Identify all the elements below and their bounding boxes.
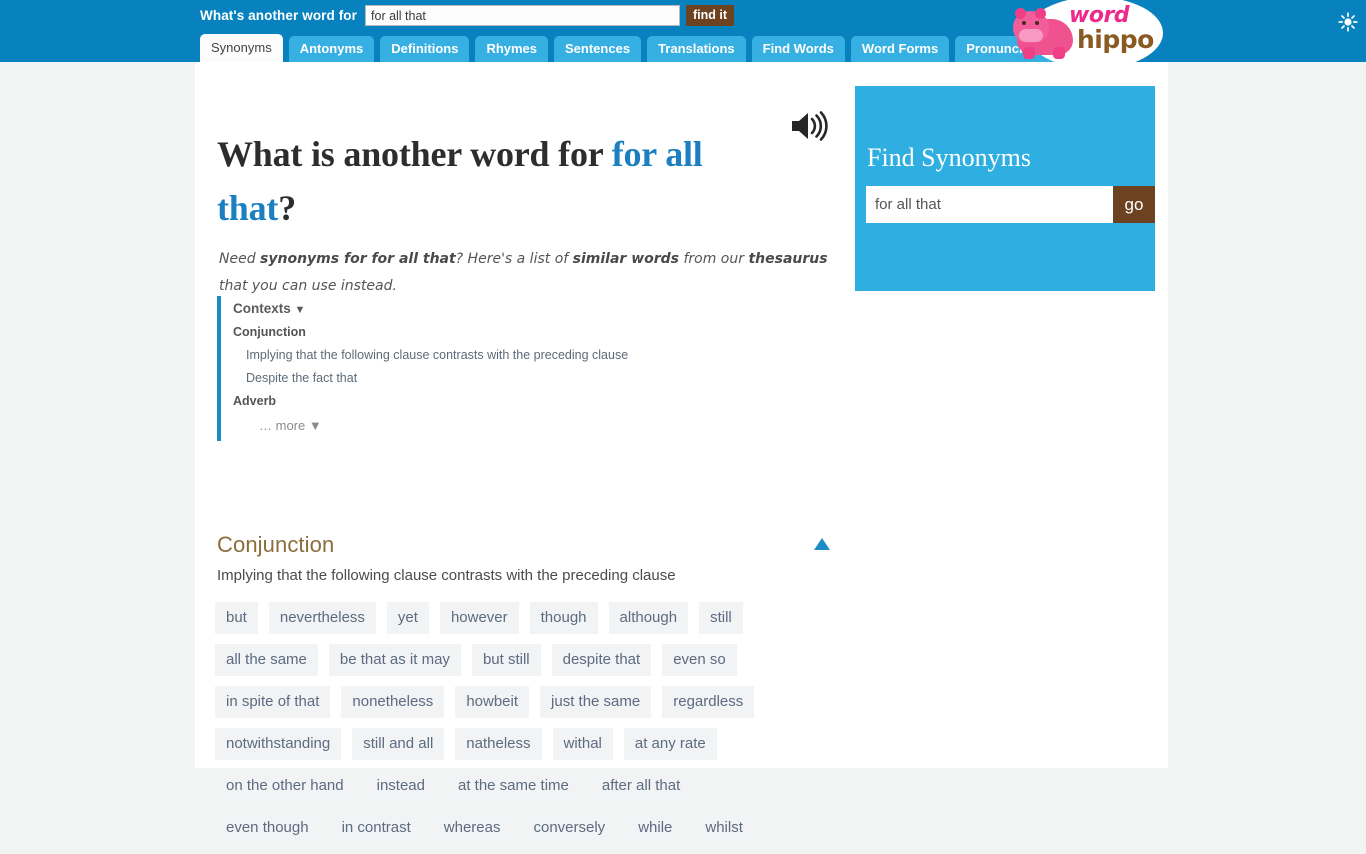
hippo-leg-front [1023, 47, 1035, 59]
speaker-icon[interactable] [790, 110, 830, 142]
find-it-button[interactable]: find it [686, 5, 735, 26]
lede-bold-3: thesaurus [748, 251, 828, 267]
lede-part-2: ? Here's a list of [455, 251, 573, 267]
synonym-chip[interactable]: be that as it may [328, 644, 461, 676]
wordhippo-logo[interactable]: word hippo [1013, 0, 1173, 71]
synonym-chip[interactable]: notwithstanding [215, 728, 342, 760]
synonym-row: all the same be that as it may but still… [215, 644, 815, 676]
lede-part-1: Need [219, 251, 261, 267]
page-title-prefix: What is another word for [217, 134, 612, 175]
synonym-chip[interactable]: despite that [551, 644, 652, 676]
section-subtitle: Implying that the following clause contr… [217, 567, 676, 584]
collapse-triangle-up-icon[interactable] [814, 538, 830, 550]
tab-find-words[interactable]: Find Words [751, 36, 845, 62]
page-title-suffix: ? [278, 188, 297, 229]
synonym-chip[interactable]: natheless [455, 728, 542, 760]
header-search-form: What's another word for find it [200, 4, 735, 27]
lede-part-4: that you can use instead. [219, 278, 397, 294]
synonym-chip[interactable]: while [627, 812, 684, 844]
hippo-ear-right [1035, 8, 1046, 19]
synonym-list: but nevertheless yet however though alth… [215, 602, 815, 854]
page-lede: Need synonyms for for all that? Here's a… [219, 246, 829, 300]
page-title: What is another word for for all that? [217, 127, 777, 235]
header-search-input[interactable] [365, 5, 681, 26]
synonym-chip[interactable]: however [439, 602, 519, 634]
header-search-label: What's another word for [200, 8, 358, 23]
synonym-chip[interactable]: whereas [432, 812, 512, 844]
synonym-row: on the other hand instead at the same ti… [215, 770, 815, 802]
site-header: What's another word for find it Synonyms… [0, 0, 1366, 69]
contexts-heading-label: Contexts [233, 301, 291, 316]
synonym-section-header: Conjunction Implying that the following … [217, 532, 830, 584]
contexts-panel: Contexts ▼ Conjunction Implying that the… [217, 296, 687, 441]
find-synonyms-title: Find Synonyms [867, 143, 1031, 172]
contexts-more-button[interactable]: … more ▼ [233, 413, 687, 439]
synonym-chip[interactable]: instead [365, 770, 436, 802]
tab-synonyms[interactable]: Synonyms [200, 34, 283, 62]
synonym-chip[interactable]: nevertheless [268, 602, 376, 634]
synonym-chip[interactable]: on the other hand [215, 770, 355, 802]
synonym-chip[interactable]: conversely [522, 812, 617, 844]
synonym-chip[interactable]: at any rate [623, 728, 717, 760]
synonym-chip[interactable]: although [608, 602, 689, 634]
synonym-chip[interactable]: in contrast [330, 812, 422, 844]
tab-sentences[interactable]: Sentences [554, 36, 642, 62]
chevron-down-icon: ▼ [294, 304, 306, 316]
hippo-snout [1019, 29, 1043, 42]
synonym-chip[interactable]: nonetheless [341, 686, 445, 718]
synonym-chip[interactable]: but still [471, 644, 541, 676]
lede-part-3: from our [679, 251, 749, 267]
lede-bold-2: similar words [572, 251, 680, 267]
synonym-chip[interactable]: even though [215, 812, 320, 844]
hippo-eye-right [1035, 21, 1039, 25]
tab-rhymes[interactable]: Rhymes [475, 36, 549, 62]
context-sense-link[interactable]: Despite the fact that [233, 367, 687, 390]
context-sense-link[interactable]: Implying that the following clause contr… [233, 344, 687, 367]
context-pos-conjunction: Conjunction [233, 325, 306, 339]
tab-translations[interactable]: Translations [647, 36, 746, 62]
synonym-chip[interactable]: at the same time [446, 770, 580, 802]
synonym-chip[interactable]: howbeit [455, 686, 530, 718]
synonym-chip[interactable]: but [215, 602, 258, 634]
sun-icon[interactable] [1338, 12, 1358, 32]
synonym-chip[interactable]: after all that [590, 770, 692, 802]
synonym-chip[interactable]: though [529, 602, 598, 634]
find-synonyms-form: go [866, 186, 1155, 223]
hippo-eye-left [1022, 21, 1026, 25]
synonym-row: notwithstanding still and all natheless … [215, 728, 815, 760]
synonym-chip[interactable]: still [699, 602, 743, 634]
synonym-chip[interactable]: just the same [540, 686, 652, 718]
synonym-row: in spite of that nonetheless howbeit jus… [215, 686, 815, 718]
find-synonyms-panel: Find Synonyms go [855, 86, 1155, 291]
context-pos-adverb: Adverb [233, 394, 277, 408]
synonym-row: but nevertheless yet however though alth… [215, 602, 815, 634]
tab-word-forms[interactable]: Word Forms [850, 36, 950, 62]
contexts-heading[interactable]: Contexts ▼ [233, 298, 687, 321]
go-button[interactable]: go [1113, 186, 1155, 223]
synonym-row: even though in contrast whereas converse… [215, 812, 815, 844]
logo-hippo-text: hippo [1077, 25, 1154, 54]
synonym-chip[interactable]: whilst [694, 812, 754, 844]
synonym-chip[interactable]: yet [386, 602, 429, 634]
find-synonyms-input[interactable] [866, 186, 1113, 223]
hippo-leg-back [1053, 47, 1065, 59]
synonym-chip[interactable]: withal [552, 728, 613, 760]
section-tabs: Synonyms Antonyms Definitions Rhymes Sen… [200, 34, 1078, 62]
page-content: What is another word for for all that? N… [195, 62, 1168, 844]
tab-antonyms[interactable]: Antonyms [288, 36, 375, 62]
lede-bold-1: synonyms for for all that [260, 251, 456, 267]
section-title: Conjunction [217, 532, 335, 557]
tab-definitions[interactable]: Definitions [380, 36, 470, 62]
synonym-chip[interactable]: even so [662, 644, 737, 676]
synonym-chip[interactable]: in spite of that [215, 686, 331, 718]
synonym-chip[interactable]: still and all [352, 728, 445, 760]
synonym-chip[interactable]: all the same [215, 644, 318, 676]
hippo-ear-left [1015, 8, 1026, 19]
synonym-chip[interactable]: regardless [662, 686, 755, 718]
